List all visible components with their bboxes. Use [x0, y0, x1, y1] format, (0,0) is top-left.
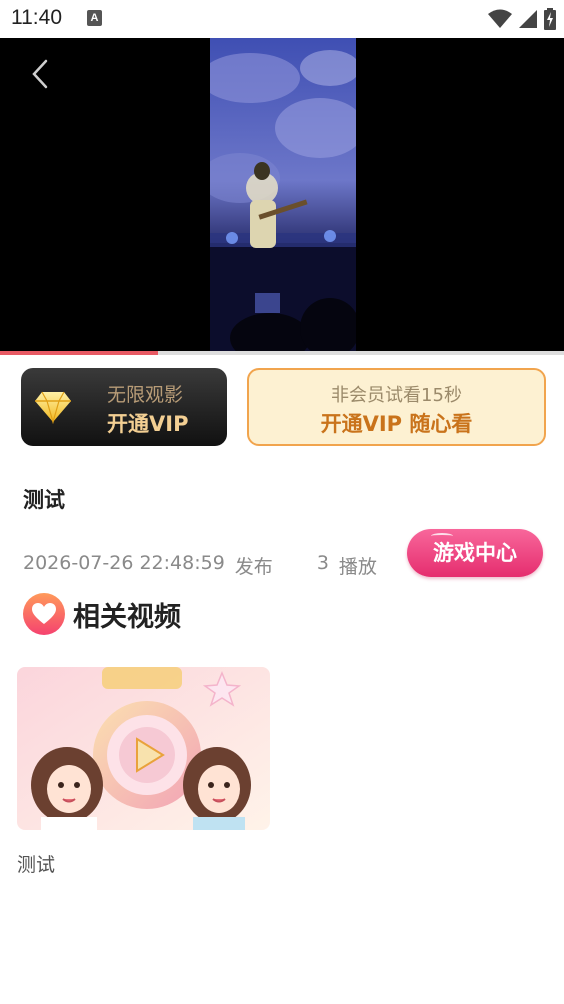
game-center-label: 游戏中心 [433, 541, 517, 565]
video-player[interactable] [0, 38, 564, 354]
vip-unlimited-label: 开通VIP [107, 412, 189, 436]
diamond-icon [35, 391, 71, 424]
vip-trial-subtitle: 非会员试看15秒 [331, 385, 462, 406]
vip-trial-label: 开通VIP 随心看 [320, 412, 473, 436]
video-meta: 2026-07-26 22:48:59 发布 3 播放 [23, 552, 377, 579]
game-center-button[interactable]: 游戏中心 [407, 529, 543, 577]
play-label: 播放 [338, 556, 377, 578]
play-count: 3 [316, 552, 329, 574]
notification-badge: A [87, 10, 102, 26]
vip-unlimited-button[interactable]: 无限观影 开通VIP [21, 368, 227, 446]
related-title: 相关视频 [73, 601, 181, 633]
publish-date: 2026-07-26 22:48:59 [23, 552, 225, 574]
status-time: 11:40 [11, 6, 62, 29]
related-video-card[interactable]: 测试 [17, 667, 270, 877]
vip-unlimited-subtitle: 无限观影 [107, 384, 184, 406]
publish-label: 发布 [234, 556, 273, 578]
heart-icon [23, 593, 65, 635]
related-video-title: 测试 [17, 854, 56, 876]
wifi-icon [488, 9, 512, 28]
video-progress-bar[interactable] [0, 351, 564, 355]
related-video-thumbnail [17, 667, 270, 830]
shine-decoration [431, 533, 453, 539]
video-title: 测试 [23, 488, 65, 512]
related-header: 相关视频 [23, 593, 181, 635]
status-bar: 11:40 A [0, 0, 564, 38]
video-progress-fill [0, 351, 158, 355]
chevron-left-icon [32, 59, 48, 89]
signal-icon [519, 10, 537, 28]
status-icons [488, 8, 556, 30]
battery-charging-icon [544, 8, 556, 30]
video-frame [210, 38, 356, 354]
vip-trial-button[interactable]: 非会员试看15秒 开通VIP 随心看 [247, 368, 546, 446]
back-button[interactable] [22, 56, 58, 92]
